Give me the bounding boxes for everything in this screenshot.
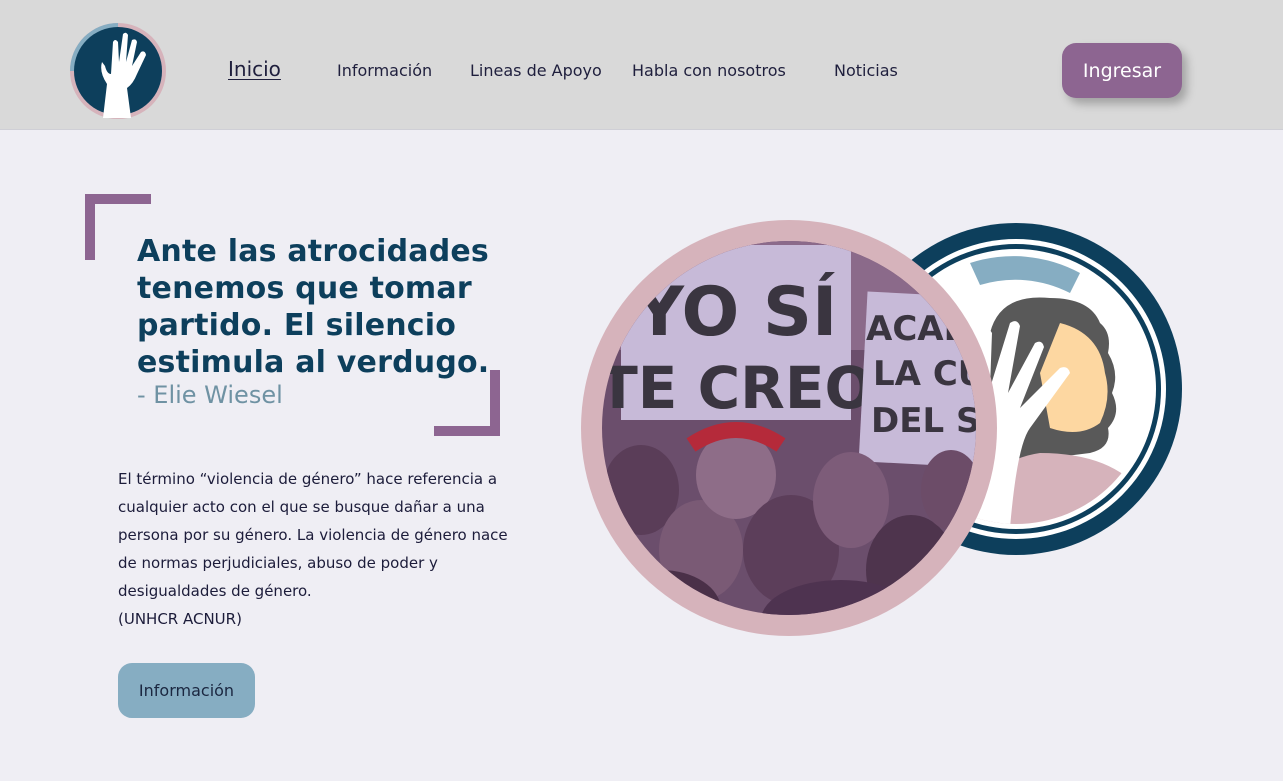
description-paragraph: El término “violencia de género” hace re… <box>118 470 508 600</box>
top-navbar: Inicio Información Lineas de Apoyo Habla… <box>0 0 1283 130</box>
info-button[interactable]: Información <box>118 663 255 718</box>
sign-te-creo: TE CREO <box>598 354 874 422</box>
nav-noticias[interactable]: Noticias <box>834 60 898 82</box>
nav-lineas-de-apoyo[interactable]: Lineas de Apoyo <box>470 60 602 82</box>
quote-author: - Elie Wiesel <box>137 381 283 409</box>
sign-del-si: DEL SI <box>871 401 993 441</box>
login-button[interactable]: Ingresar <box>1062 43 1182 98</box>
nav-habla-con-nosotros[interactable]: Habla con nosotros <box>632 60 786 82</box>
nav-informacion[interactable]: Información <box>337 60 432 82</box>
hero-quote: Ante las atrocidades tenemos que tomar p… <box>137 234 490 380</box>
raised-hand-icon[interactable] <box>69 22 167 120</box>
description-text: El término “violencia de género” hace re… <box>118 465 518 633</box>
nav-inicio[interactable]: Inicio <box>228 58 281 80</box>
description-source: (UNHCR ACNUR) <box>118 610 242 628</box>
protest-photo: YO SÍ TE CREO ACABE LA CU DEL SI <box>581 220 997 636</box>
